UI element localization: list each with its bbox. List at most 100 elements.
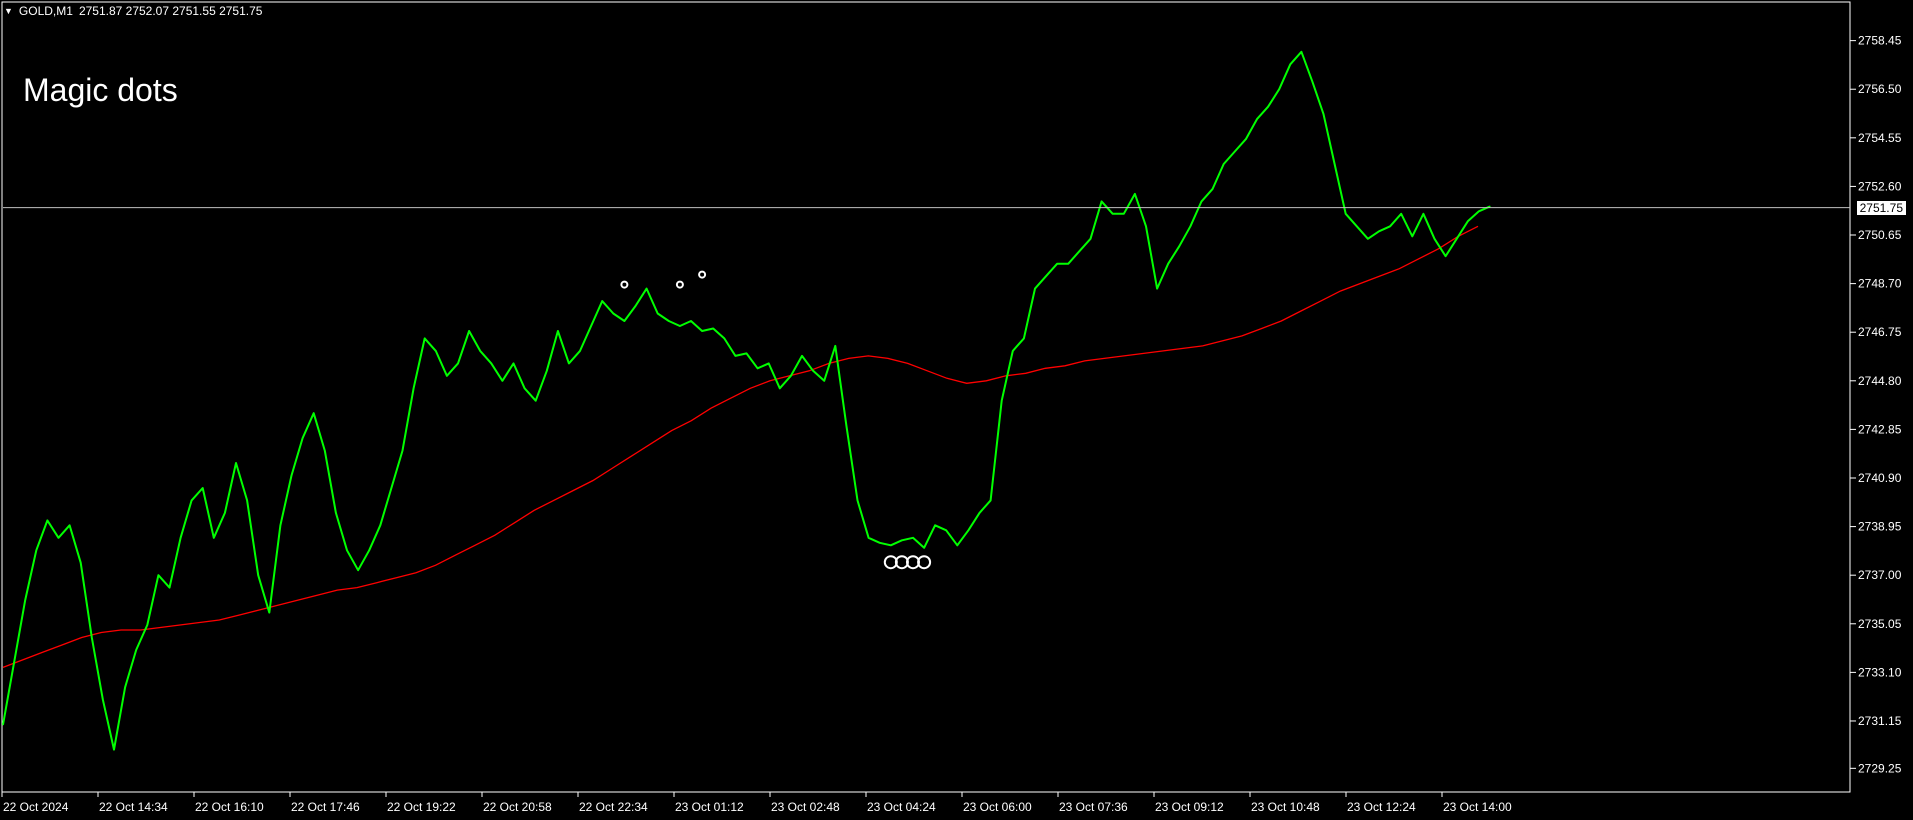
price-point	[1400, 213, 1402, 215]
price-point	[1034, 288, 1036, 290]
price-point	[1422, 213, 1424, 215]
price-point	[368, 549, 370, 551]
price-point	[335, 512, 337, 514]
price-point	[1101, 200, 1103, 202]
y-tick-label: 2754.55	[1858, 131, 1902, 145]
moving-average-line	[2, 225, 1479, 669]
price-point	[313, 412, 315, 414]
price-point	[623, 320, 626, 322]
price-line-group	[2, 50, 1491, 751]
price-point	[1078, 250, 1080, 252]
price-point	[856, 499, 859, 501]
price-point	[279, 524, 281, 526]
x-tick-label: 22 Oct 19:22	[387, 800, 456, 814]
price-point	[690, 320, 692, 322]
price-point	[568, 362, 570, 364]
price-point	[934, 524, 936, 526]
price-point	[124, 686, 126, 688]
price-point	[1001, 400, 1003, 402]
x-axis-ticks: 22 Oct 2024 22 Oct 14:34 22 Oct 16:10 22 Oc…	[1, 792, 1512, 814]
x-tick-label: 23 Oct 14:00	[1443, 800, 1512, 814]
ohlc-values: 2751.87 2752.07 2751.55 2751.75	[78, 4, 263, 18]
price-point	[1200, 200, 1203, 202]
price-point	[679, 325, 681, 327]
price-point	[768, 362, 770, 364]
y-tick-label: 2758.45	[1858, 34, 1902, 48]
price-point	[579, 350, 581, 352]
price-point	[1056, 263, 1058, 265]
y-tick-label: 2733.10	[1858, 665, 1902, 679]
price-point	[446, 375, 448, 377]
price-point	[868, 537, 870, 539]
price-point	[246, 499, 248, 501]
price-point	[479, 350, 481, 352]
price-point	[1212, 188, 1214, 190]
price-point	[168, 587, 171, 589]
y-tick-label: 2742.85	[1858, 422, 1902, 436]
price-point	[845, 425, 848, 427]
x-tick-label: 23 Oct 12:24	[1347, 800, 1416, 814]
price-point	[601, 300, 603, 302]
price-point	[135, 649, 137, 651]
price-point	[290, 474, 293, 477]
y-tick-label: 2746.75	[1858, 325, 1902, 339]
chart-header: ▼ GOLD,M1 2751.87 2752.07 2751.55 2751.7…	[4, 4, 262, 18]
price-point	[401, 450, 404, 452]
price-point	[2, 724, 4, 726]
price-point	[1433, 238, 1436, 240]
top-magic-dot	[620, 280, 629, 289]
triangle-down-icon[interactable]: ▼	[4, 6, 13, 16]
price-point	[1123, 213, 1125, 215]
x-tick-label: 22 Oct 22:34	[579, 800, 648, 814]
x-tick-label: 22 Oct 14:34	[99, 800, 168, 814]
price-series-line	[2, 50, 1491, 751]
price-point	[57, 537, 60, 539]
price-point	[468, 330, 470, 332]
price-point	[801, 355, 803, 357]
x-tick-label: 22 Oct 16:10	[195, 800, 264, 814]
price-point	[590, 325, 592, 327]
price-point	[1289, 63, 1291, 65]
moving-average-group	[2, 225, 1479, 669]
x-tick-label: 22 Oct 20:58	[483, 800, 552, 814]
price-point	[268, 612, 270, 614]
price-point	[1300, 51, 1302, 53]
x-tick-label: 23 Oct 10:48	[1251, 800, 1320, 814]
x-tick-label: 23 Oct 09:12	[1155, 800, 1224, 814]
price-point	[701, 330, 703, 332]
x-tick-label: 23 Oct 06:00	[963, 800, 1032, 814]
price-point	[146, 624, 148, 626]
indicator-overlay-text: Magic dots	[23, 72, 178, 108]
price-point	[1367, 238, 1369, 240]
price-point	[1267, 106, 1269, 108]
price-point	[634, 305, 637, 307]
y-axis-ticks: 2758.45 2756.50 2754.55 2752.60 2750.65 2748.…	[1850, 34, 1902, 775]
chart-window[interactable]: 2758.45 2756.50 2754.55 2752.60 2750.65 2748.…	[0, 0, 1913, 820]
price-point	[956, 544, 958, 546]
x-tick-label: 23 Oct 07:36	[1059, 800, 1128, 814]
y-tick-label: 2752.60	[1858, 179, 1902, 193]
price-point	[13, 661, 15, 664]
price-point	[1089, 238, 1092, 240]
x-tick-label: 22 Oct 17:46	[291, 800, 360, 814]
price-point	[1145, 225, 1147, 227]
price-point	[224, 512, 226, 514]
y-tick-label: 2735.05	[1858, 617, 1902, 631]
y-tick-label: 2750.65	[1858, 228, 1902, 242]
y-tick-label: 2740.90	[1858, 471, 1902, 485]
price-point	[1012, 350, 1014, 352]
price-point	[1256, 118, 1258, 120]
top-magic-dot	[698, 270, 707, 279]
price-point	[912, 537, 914, 539]
price-point	[1278, 88, 1280, 90]
price-point	[424, 337, 426, 339]
price-point	[1189, 225, 1191, 227]
price-point	[1112, 213, 1114, 215]
price-chart[interactable]: 2758.45 2756.50 2754.55 2752.60 2750.65 2748.…	[0, 0, 1913, 820]
price-point	[612, 312, 614, 315]
price-point	[923, 547, 925, 549]
price-point	[91, 636, 93, 639]
price-point	[779, 387, 781, 389]
price-point	[1356, 225, 1358, 227]
price-point	[1389, 225, 1391, 227]
